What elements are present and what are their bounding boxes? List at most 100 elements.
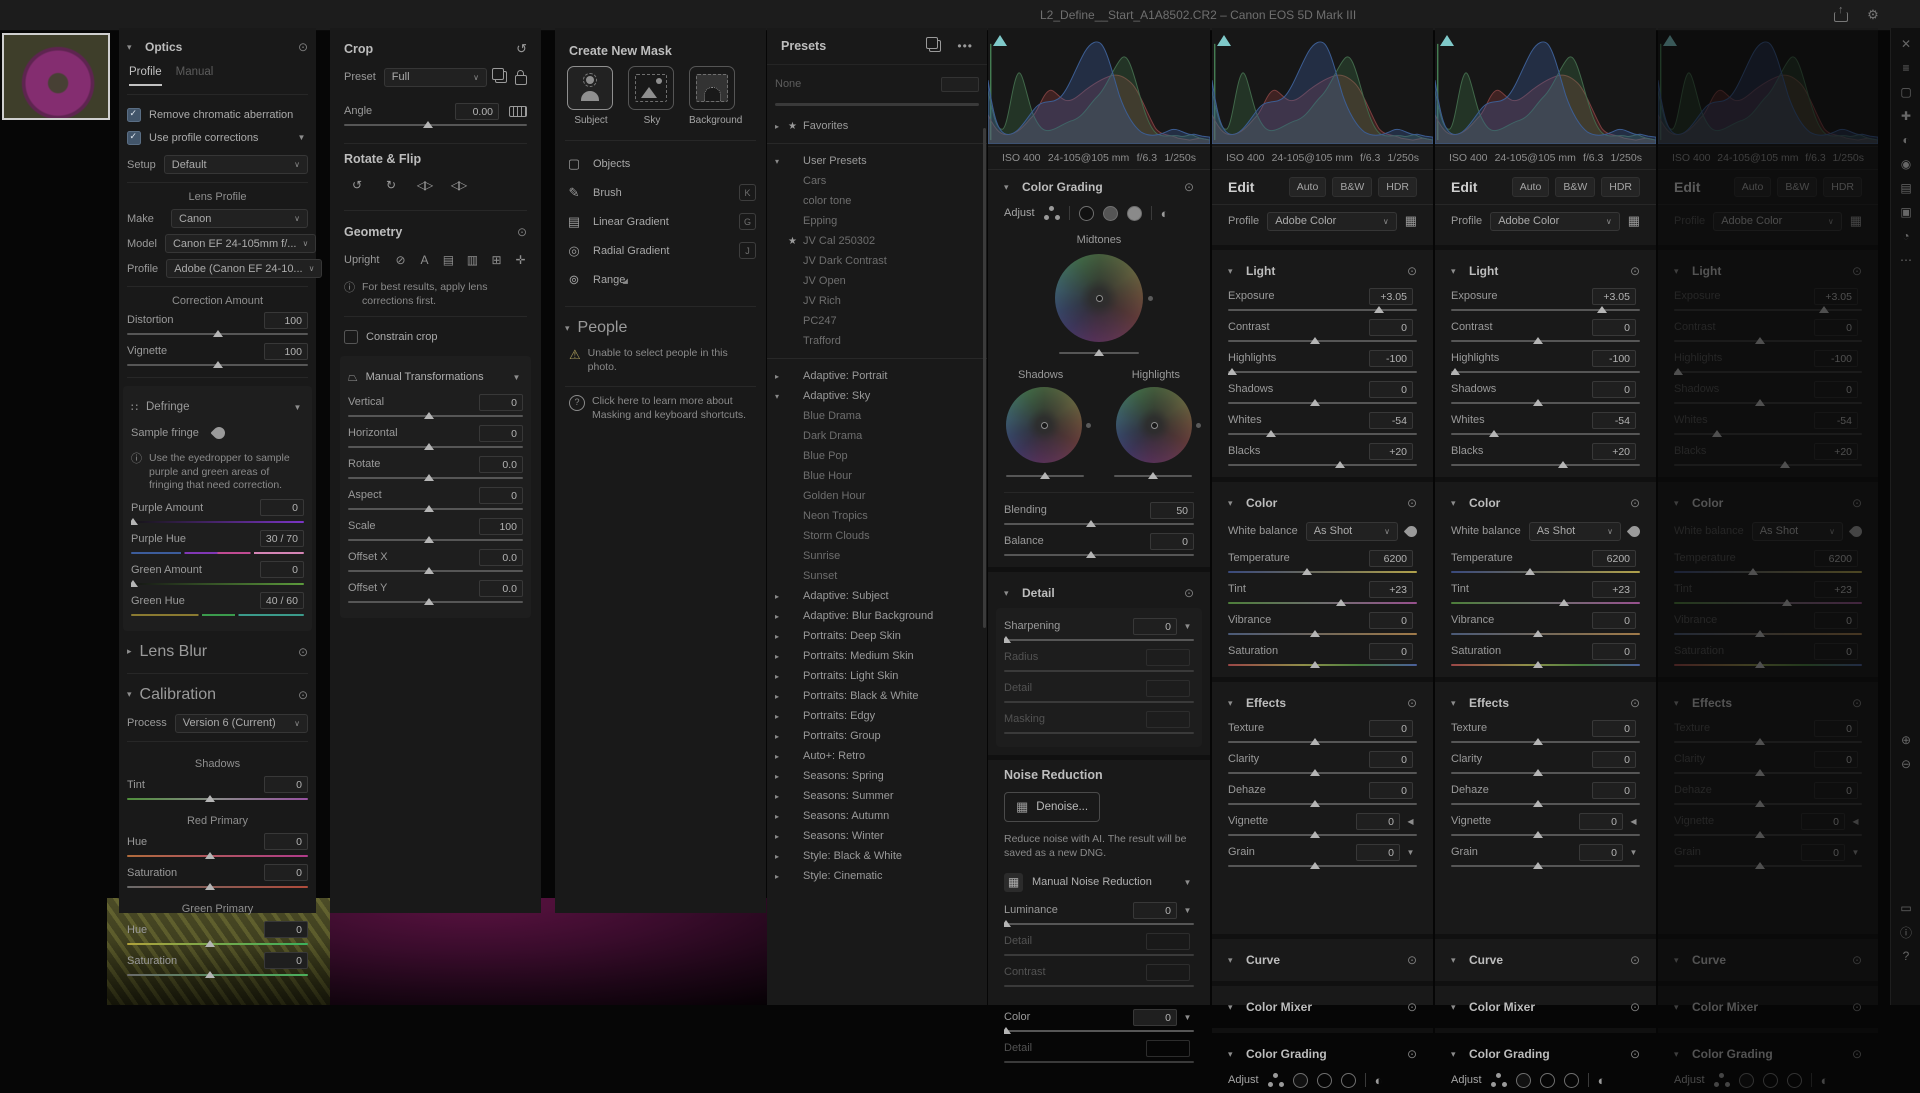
- value-box[interactable]: 0: [260, 561, 304, 578]
- collapsed-section-header[interactable]: ▾ Color Grading ⊙: [1451, 1041, 1640, 1067]
- slider-track[interactable]: [1674, 598, 1862, 607]
- slider-handle[interactable]: [1310, 630, 1320, 637]
- slider-handle[interactable]: [213, 361, 223, 368]
- highlights-color-wheel[interactable]: [1116, 387, 1192, 463]
- angle-value-box[interactable]: 0.00: [455, 103, 499, 120]
- value-box[interactable]: 0: [1592, 782, 1636, 799]
- slider-track[interactable]: [1004, 550, 1194, 559]
- value-box[interactable]: 0: [1369, 612, 1413, 629]
- slider-handle[interactable]: [1310, 337, 1320, 344]
- value-box[interactable]: 0: [1801, 844, 1845, 861]
- slider-track[interactable]: [1674, 660, 1862, 669]
- tree-arrow-icon[interactable]: ▸: [775, 122, 788, 131]
- slider-track[interactable]: [1228, 367, 1417, 376]
- crop-tool-icon[interactable]: ▢: [1891, 80, 1920, 104]
- midtones-wheel-icon[interactable]: [1540, 1073, 1555, 1088]
- collapsed-section-header[interactable]: ▾ Color Mixer ⊙: [1674, 994, 1862, 1020]
- value-box[interactable]: +3.05: [1814, 288, 1858, 305]
- preset-item[interactable]: ▸ Portraits: Deep Skin: [767, 626, 987, 646]
- checkbox[interactable]: [127, 131, 141, 145]
- global-wheel-icon[interactable]: ◐: [1375, 1073, 1383, 1088]
- collapsed-section-header[interactable]: ▾ Curve ⊙: [1228, 947, 1417, 973]
- more-options-icon[interactable]: •••: [957, 39, 973, 53]
- value-box[interactable]: +3.05: [1369, 288, 1413, 305]
- slider-handle[interactable]: [1782, 599, 1792, 606]
- shadow-clipping-icon[interactable]: [1663, 35, 1677, 46]
- effects-header[interactable]: ▾ Effects ⊙: [1228, 690, 1417, 716]
- slider-track[interactable]: [348, 504, 523, 513]
- shadow-clipping-icon[interactable]: [993, 35, 1007, 46]
- eye-icon[interactable]: ⊙: [298, 40, 308, 54]
- versions-icon[interactable]: ▣: [1891, 200, 1920, 224]
- value-box[interactable]: -54: [1592, 412, 1636, 429]
- preset-item[interactable]: Golden Hour: [767, 486, 987, 506]
- edit-mode-button[interactable]: B&W: [1777, 177, 1817, 197]
- light-header[interactable]: ▾ Light ⊙: [1451, 258, 1640, 284]
- preset-item[interactable]: Blue Hour: [767, 466, 987, 486]
- eye-icon[interactable]: ⊙: [1407, 264, 1417, 278]
- slider-handle[interactable]: [1748, 568, 1758, 575]
- tree-arrow-icon[interactable]: ▸: [775, 672, 788, 681]
- preset-item[interactable]: ▸ Auto+: Retro: [767, 746, 987, 766]
- preset-item[interactable]: ▸ ★ Favorites: [767, 116, 987, 136]
- slider-track[interactable]: [1451, 429, 1640, 438]
- slider-handle[interactable]: [1558, 461, 1568, 468]
- edit-mode-button[interactable]: B&W: [1332, 177, 1372, 197]
- slider-track[interactable]: [131, 610, 304, 619]
- slider-handle[interactable]: [1533, 630, 1543, 637]
- mask-tile[interactable]: Subject: [567, 66, 615, 126]
- collapsed-section-header[interactable]: ▾ Curve ⊙: [1674, 947, 1862, 973]
- close-icon[interactable]: ✕: [1891, 32, 1920, 56]
- preset-item[interactable]: PC247: [767, 311, 987, 331]
- white-balance-dropdown[interactable]: As Shot∨: [1306, 522, 1398, 541]
- slider-handle[interactable]: [1310, 769, 1320, 776]
- slider-handle[interactable]: [1533, 862, 1543, 869]
- value-box[interactable]: 6200: [1369, 550, 1413, 567]
- slider-track[interactable]: [1674, 305, 1862, 314]
- slider-track[interactable]: [127, 329, 308, 338]
- value-box[interactable]: 0: [479, 394, 523, 411]
- slider-handle[interactable]: [1533, 831, 1543, 838]
- profile-dropdown[interactable]: Adobe Color∨: [1713, 212, 1842, 231]
- filmstrip-thumbnail[interactable]: [2, 33, 110, 120]
- value-box[interactable]: +23: [1369, 581, 1413, 598]
- tree-arrow-icon[interactable]: ▸: [775, 752, 788, 761]
- lens-dropdown[interactable]: Canon∨: [171, 209, 308, 228]
- checkbox[interactable]: [344, 330, 358, 344]
- collapse-arrow-icon[interactable]: ▼: [291, 403, 304, 412]
- detail-header[interactable]: ▾ Detail ⊙: [1004, 580, 1194, 606]
- value-box[interactable]: 0: [1592, 720, 1636, 737]
- preset-none-row[interactable]: None: [775, 71, 979, 97]
- slider-track[interactable]: [1228, 799, 1417, 808]
- midtones-wheel-icon[interactable]: [1317, 1073, 1332, 1088]
- preset-item[interactable]: Blue Pop: [767, 446, 987, 466]
- eye-icon[interactable]: ⊙: [1407, 1000, 1417, 1014]
- wheel-handle[interactable]: [1086, 423, 1091, 428]
- slider-handle[interactable]: [424, 567, 434, 574]
- slider-track[interactable]: [1451, 861, 1640, 870]
- shadows-wheel-icon[interactable]: [1516, 1073, 1531, 1088]
- value-box[interactable]: +23: [1814, 581, 1858, 598]
- slider-handle[interactable]: [1266, 430, 1276, 437]
- slider-track[interactable]: [1674, 830, 1862, 839]
- tree-arrow-icon[interactable]: ▸: [775, 652, 788, 661]
- value-box[interactable]: 0: [1814, 643, 1858, 660]
- slider-track[interactable]: [1451, 336, 1640, 345]
- tree-arrow-icon[interactable]: ▸: [775, 592, 788, 601]
- value-box[interactable]: 0: [1592, 751, 1636, 768]
- slider-handle[interactable]: [1755, 831, 1765, 838]
- tree-arrow-icon[interactable]: ▸: [775, 852, 788, 861]
- wheel-handle[interactable]: [1148, 296, 1153, 301]
- mask-tool-row[interactable]: ✎ Brush K: [565, 178, 756, 207]
- more-icon[interactable]: ⋯: [1891, 248, 1920, 272]
- value-box[interactable]: -100: [1592, 350, 1636, 367]
- eye-icon[interactable]: ⊙: [1852, 1047, 1862, 1061]
- value-box[interactable]: -100: [1814, 350, 1858, 367]
- value-box[interactable]: 0: [1592, 319, 1636, 336]
- value-box[interactable]: 0: [1579, 813, 1623, 830]
- slider-track[interactable]: [1674, 629, 1862, 638]
- tree-arrow-icon[interactable]: ▸: [775, 832, 788, 841]
- tab-manual[interactable]: Manual: [176, 66, 214, 86]
- slider-track[interactable]: [1004, 981, 1194, 990]
- mask-tool-row[interactable]: ▤ Linear Gradient G: [565, 207, 756, 236]
